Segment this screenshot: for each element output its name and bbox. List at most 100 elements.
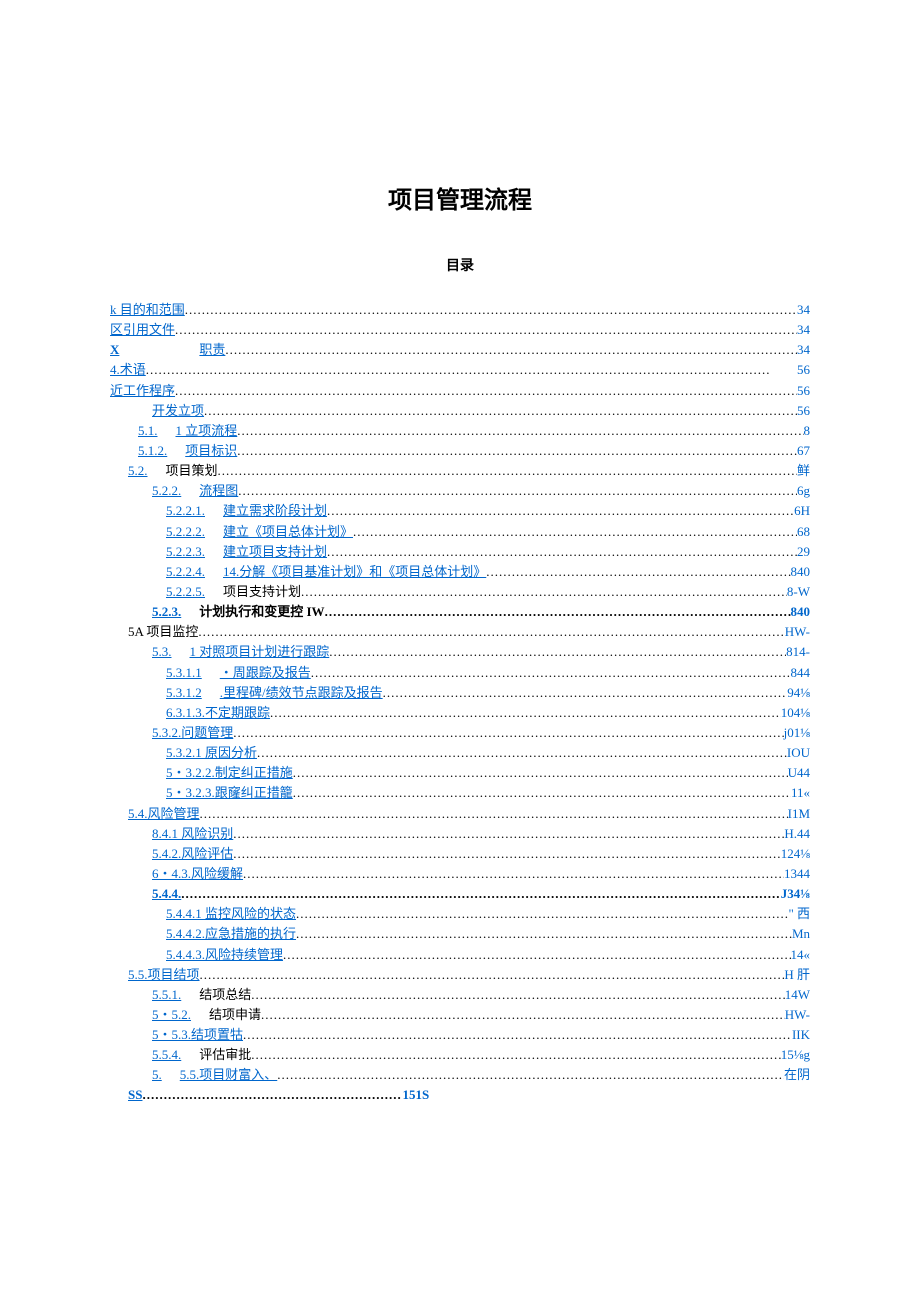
toc-page-number: 68 bbox=[797, 522, 810, 542]
toc-link[interactable]: 5.2.2.3. bbox=[166, 542, 205, 562]
toc-entry: 5.4.风险管理I1M bbox=[110, 804, 810, 824]
toc-link[interactable]: 5・3.2.3.跟窿纠正措籠 bbox=[166, 783, 293, 803]
toc-link[interactable]: 开发立项 bbox=[152, 401, 204, 421]
toc-link[interactable]: 6.3.1.3.不定期跟踪 bbox=[166, 703, 270, 723]
toc-link[interactable]: 5.3.1.2 bbox=[166, 683, 202, 703]
toc-link[interactable]: X bbox=[110, 340, 119, 360]
toc-link[interactable]: 5.3. bbox=[152, 642, 172, 662]
toc-entry: 5.2.3. 计划执行和变更控 IW 840 bbox=[110, 602, 810, 622]
toc-entry: X职责34 bbox=[110, 340, 810, 360]
toc-leader-dots bbox=[301, 582, 787, 602]
toc-page-number: 鲜 bbox=[797, 461, 810, 481]
toc-link[interactable]: 5.5.项目结项 bbox=[128, 965, 200, 985]
toc-leader-dots bbox=[233, 723, 783, 743]
toc-link[interactable]: 5.4.4.1 监控风险的状态 bbox=[166, 904, 296, 924]
toc-link[interactable]: 5・3.2.2.制定纠正措施 bbox=[166, 763, 293, 783]
toc-leader-dots bbox=[175, 381, 797, 401]
toc-leader-dots bbox=[181, 884, 781, 904]
toc-link[interactable]: 5.2.2.4. bbox=[166, 562, 205, 582]
toc-link[interactable]: 6・4.3.风险缓解 bbox=[152, 864, 243, 884]
toc-link[interactable]: 区引用文件 bbox=[110, 320, 175, 340]
toc-leader-dots bbox=[146, 360, 797, 380]
toc-page-number: 11« bbox=[791, 783, 810, 803]
toc-link[interactable]: 5.4.4. bbox=[152, 884, 181, 904]
toc-leader-dots bbox=[204, 401, 797, 421]
toc-leader-dots bbox=[486, 562, 790, 582]
toc-link[interactable]: 5.2.2.1. bbox=[166, 501, 205, 521]
toc-leader-dots bbox=[277, 1065, 784, 1085]
toc-link[interactable]: 5.2.3. bbox=[152, 602, 181, 622]
toc-label[interactable]: 项目策划 bbox=[166, 461, 218, 481]
toc-link[interactable]: SS bbox=[128, 1085, 142, 1105]
toc-entry: 5.2.2.流程图6g bbox=[110, 481, 810, 501]
toc-entry: 5.3.1.2 .里程碑/绩效节点跟踪及报告 94⅛ bbox=[110, 683, 810, 703]
toc-page-number: 840 bbox=[791, 602, 811, 622]
toc-label[interactable]: 5.5.项目财富入、 bbox=[180, 1065, 278, 1085]
toc-page-number: 840 bbox=[791, 562, 811, 582]
toc-link[interactable]: 近工作程序 bbox=[110, 381, 175, 401]
toc-link[interactable]: 5.1.2. bbox=[138, 441, 167, 461]
toc-link[interactable]: 8.4.1 风险识别 bbox=[152, 824, 233, 844]
toc-link[interactable]: 5.5.4. bbox=[152, 1045, 181, 1065]
toc-entry: 5.5.1.结项总结14W bbox=[110, 985, 810, 1005]
toc-label[interactable]: 计划执行和变更控 IW bbox=[199, 602, 324, 622]
toc-link[interactable]: 5. bbox=[152, 1065, 162, 1085]
toc-entry: SS151S bbox=[110, 1085, 810, 1105]
toc-link[interactable]: 5.2.2. bbox=[152, 481, 181, 501]
toc-entry: 5.1. 1 立项流程 8 bbox=[110, 421, 810, 441]
toc-link[interactable]: 5.2.2.5. bbox=[166, 582, 205, 602]
toc-entry: 6.3.1.3.不定期跟踪104⅛ bbox=[110, 703, 810, 723]
toc-leader-dots bbox=[251, 1045, 780, 1065]
toc-entry: 5.2.2.1. 建立需求阶段计划 6H bbox=[110, 501, 810, 521]
toc-link[interactable]: 5.3.2.1 原因分析 bbox=[166, 743, 257, 763]
toc-leader-dots bbox=[311, 663, 791, 683]
toc-label[interactable]: 14.分解《项目基准计划》和《项目总体计划》 bbox=[223, 562, 486, 582]
toc-label[interactable]: 建立项目支持计划 bbox=[223, 542, 327, 562]
toc-page-number: 8 bbox=[804, 421, 811, 441]
toc-link[interactable]: 4.术语 bbox=[110, 360, 146, 380]
toc-page-number: J34⅛ bbox=[781, 884, 810, 904]
toc-link[interactable]: 5.1. bbox=[138, 421, 158, 441]
toc-leader-dots bbox=[243, 1025, 792, 1045]
toc-label[interactable]: 流程图 bbox=[199, 481, 238, 501]
toc-entry: 开发立项56 bbox=[110, 401, 810, 421]
toc-leader-dots bbox=[329, 642, 786, 662]
toc-leader-dots bbox=[251, 985, 784, 1005]
toc-entry: 5.1.2.项目标识67 bbox=[110, 441, 810, 461]
toc-label[interactable]: 项目支持计划 bbox=[223, 582, 301, 602]
toc-link[interactable]: 5.4.4.2.应急措施的执行 bbox=[166, 924, 296, 944]
toc-link[interactable]: 5.2. bbox=[128, 461, 148, 481]
toc-link[interactable]: 5.3.1.1 bbox=[166, 663, 202, 683]
toc-label[interactable]: 项目标识 bbox=[185, 441, 237, 461]
toc-entry: 5・3.2.2.制定纠正措施U44 bbox=[110, 763, 810, 783]
toc-label[interactable]: .里程碑/绩效节点跟踪及报告 bbox=[220, 683, 383, 703]
toc-label[interactable]: 职责 bbox=[199, 340, 225, 360]
toc-label[interactable]: ・周跟踪及报告 bbox=[220, 663, 311, 683]
toc-page-number: 14« bbox=[791, 945, 811, 965]
toc-label[interactable]: 结项申请 bbox=[209, 1005, 261, 1025]
toc-link[interactable]: 5.4.风险管理 bbox=[128, 804, 200, 824]
toc-page-number: 94⅛ bbox=[787, 683, 810, 703]
toc-label[interactable]: 建立《项目总体计划》 bbox=[223, 522, 353, 542]
toc-heading: 目录 bbox=[110, 255, 810, 275]
toc-link[interactable]: 5.3.2.问题管理 bbox=[152, 723, 233, 743]
toc-link[interactable]: k 目的和范围 bbox=[110, 300, 185, 320]
toc-label[interactable]: 1 立项流程 bbox=[176, 421, 238, 441]
toc-page-number: 6H bbox=[794, 501, 810, 521]
toc-entry: 5.4.2.风险评估124⅛ bbox=[110, 844, 810, 864]
toc-entry: 5.5.5.项目财富入、在阴 bbox=[110, 1065, 810, 1085]
toc-label[interactable]: 结项总结 bbox=[199, 985, 251, 1005]
toc-link[interactable]: 5・5.3.结项置牯 bbox=[152, 1025, 243, 1045]
toc-link[interactable]: 5・5.2. bbox=[152, 1005, 191, 1025]
toc-leader-dots bbox=[383, 683, 788, 703]
toc-label[interactable]: 建立需求阶段计划 bbox=[223, 501, 327, 521]
toc-label[interactable]: 1 对照项目计划进行跟踪 bbox=[190, 642, 330, 662]
toc-link[interactable]: 5A 项目监控 bbox=[128, 622, 198, 642]
toc-link[interactable]: 5.4.2.风险评估 bbox=[152, 844, 233, 864]
toc-label[interactable]: 评估审批 bbox=[199, 1045, 251, 1065]
toc-link[interactable]: 5.2.2.2. bbox=[166, 522, 205, 542]
toc-entry: 5.4.4.2.应急措施的执行Mn bbox=[110, 924, 810, 944]
toc-link[interactable]: 5.5.1. bbox=[152, 985, 181, 1005]
toc-link[interactable]: 5.4.4.3.风险持续管理 bbox=[166, 945, 283, 965]
toc-entry: 6・4.3.风险缓解1344 bbox=[110, 864, 810, 884]
